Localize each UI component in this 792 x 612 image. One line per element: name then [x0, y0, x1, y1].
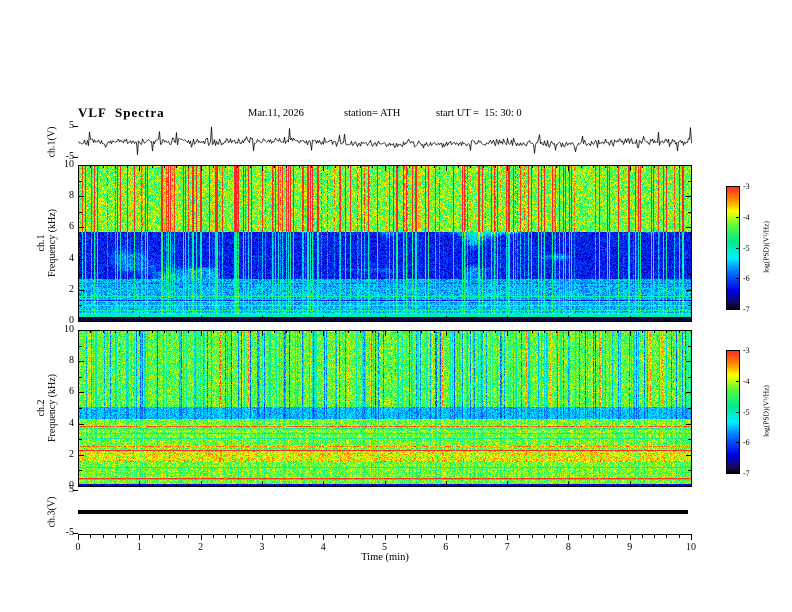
- ch1v-y-tick-label: -5: [65, 151, 74, 162]
- x-tick-label: 3: [259, 542, 265, 553]
- colorbar1-tick-label: -3: [743, 182, 750, 191]
- colorbar1-tick-label: -6: [743, 274, 750, 284]
- ch1-y-tick-label: 4: [69, 252, 74, 264]
- x-tick-label: 6: [443, 542, 449, 553]
- colorbar2-tick-label: -7: [743, 469, 750, 478]
- vlf-spectra-figure: VLF Spectra Mar.11, 2026 station= ATH st…: [0, 0, 792, 612]
- colorbar2-tick-label: -6: [743, 438, 750, 448]
- ch3v-y-tick-label: 5: [69, 484, 74, 495]
- ch1-y-tick-label: 2: [69, 283, 74, 295]
- x-tick-label: 2: [198, 542, 204, 553]
- x-tick-label: 8: [565, 542, 571, 553]
- x-tick-label: 1: [136, 542, 142, 553]
- x-tick-label: 7: [504, 542, 510, 553]
- ch1-y-tick-label: 8: [69, 190, 74, 202]
- ch2-y-tick-label: 10: [64, 324, 74, 335]
- colorbar2-tick-label: -5: [743, 407, 750, 417]
- x-tick-label: 4: [320, 542, 326, 553]
- ch1-y-tick-label: 6: [69, 221, 74, 233]
- x-tick-label: 9: [627, 542, 633, 553]
- colorbar1-tick-label: -4: [743, 212, 750, 222]
- ch2-y-tick-label: 6: [69, 386, 74, 398]
- colorbar2-tick-label: -3: [743, 346, 750, 355]
- ch1v-y-tick-label: 5: [69, 120, 74, 131]
- ch2-y-tick-label: 8: [69, 355, 74, 367]
- ch2-y-tick-label: 4: [69, 417, 74, 429]
- colorbar2-tick-label: -4: [743, 376, 750, 386]
- colorbar1-tick-label: -7: [743, 305, 750, 314]
- x-tick-label: 10: [686, 542, 696, 553]
- ch2-y-tick-label: 2: [69, 448, 74, 460]
- x-tick-label: 0: [75, 542, 81, 553]
- x-tick-label: 5: [382, 542, 387, 553]
- colorbar1-tick-label: -5: [743, 243, 750, 253]
- tick-labels-layer: 0 1 2 3 4 5 6 7 8 9 10 0 2 4 6 8 10 0 2 4 6 8 10 5 -5 5 -5 -3 -4 -5 -6…: [0, 0, 792, 612]
- ch3v-y-tick-label: -5: [65, 527, 74, 538]
